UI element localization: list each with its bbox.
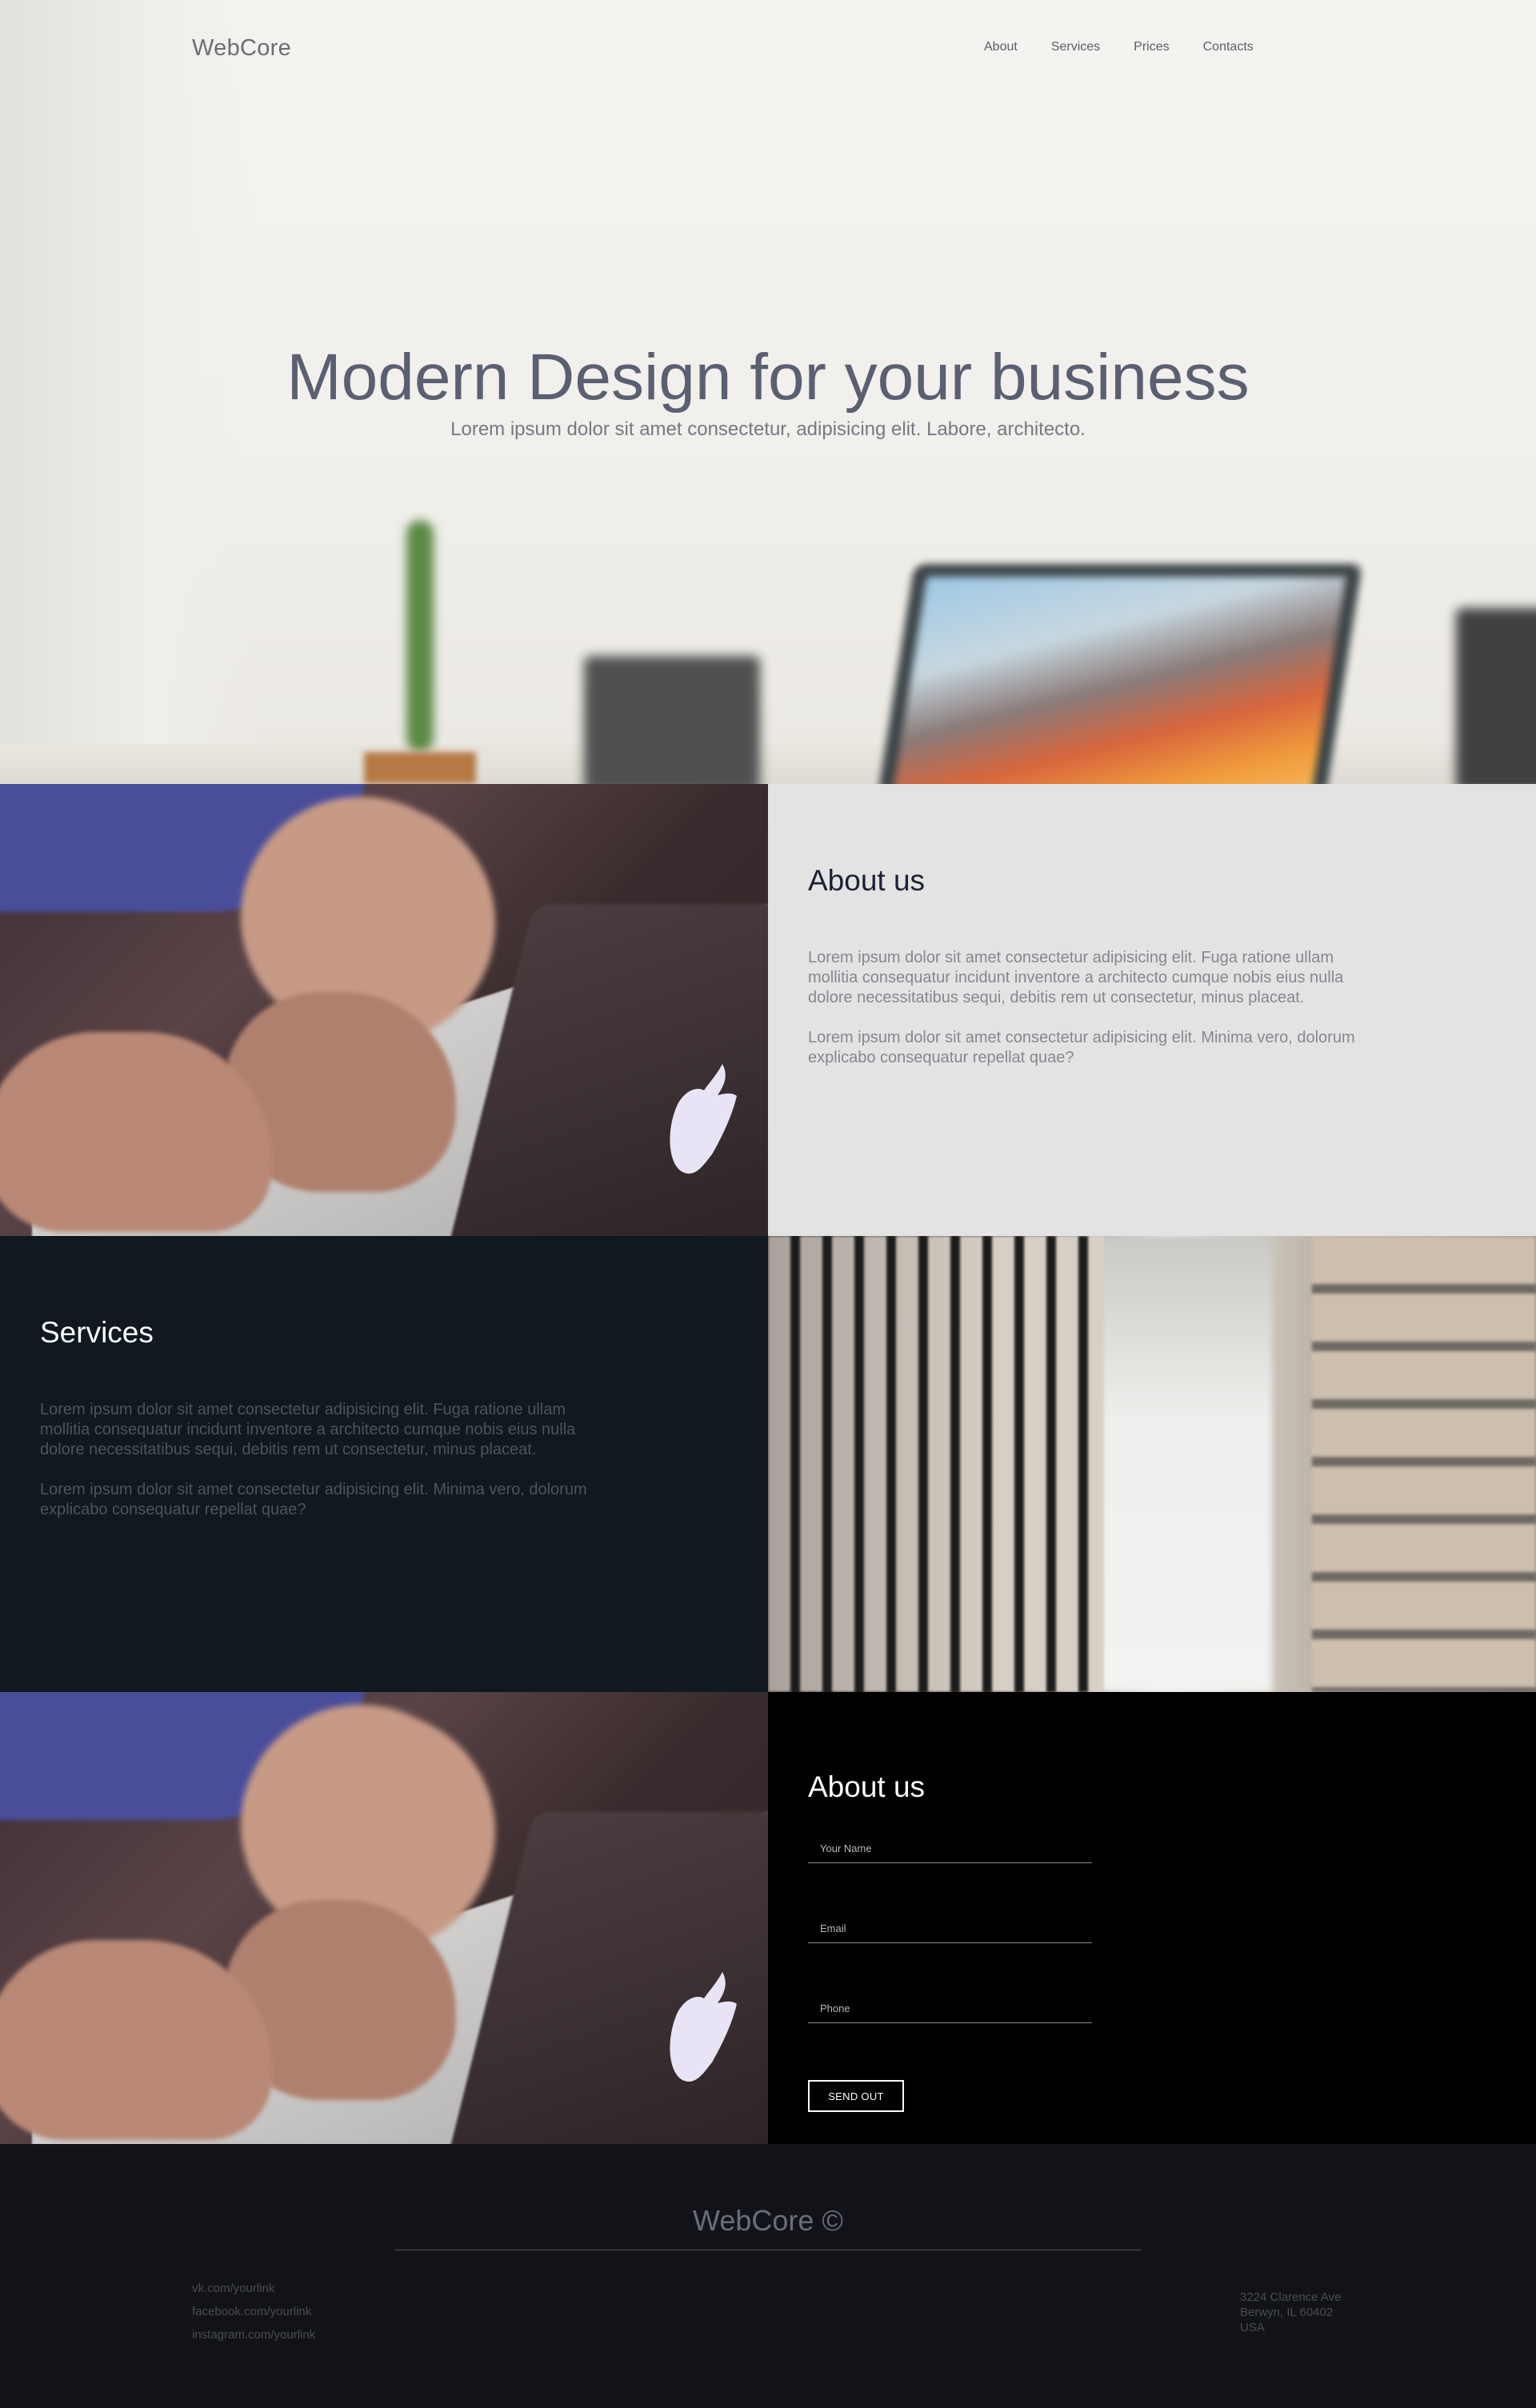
laptop-typing-photo xyxy=(0,784,768,1236)
hero-subtitle: Lorem ipsum dolor sit amet consectetur, … xyxy=(450,418,1086,440)
email-input[interactable] xyxy=(808,1914,1092,1942)
hero-section: WebCore About Services Prices Contacts M… xyxy=(0,0,1536,784)
name-field xyxy=(808,1834,1092,1863)
phone-field xyxy=(808,1994,1092,2023)
footer-link-instagram[interactable]: instagram.com/yourlink xyxy=(192,2328,315,2342)
about-paragraph-1: Lorem ipsum dolor sit amet consectetur a… xyxy=(808,949,1344,1006)
main-nav: About Services Prices Contacts xyxy=(984,40,1254,54)
address-city: Berwyn, IL 60402 xyxy=(1240,2306,1334,2319)
laptop-typing-photo-2 xyxy=(0,1692,768,2144)
contact-title: About us xyxy=(808,1770,926,1803)
contact-form-section: About us SEND OUT xyxy=(768,1692,1536,2144)
footer-link-vk[interactable]: vk.com/yourlink xyxy=(192,2282,315,2295)
address-street: 3224 Clarence Ave xyxy=(1240,2290,1342,2304)
hero-background-monitor xyxy=(878,564,1362,784)
apple-logo-icon xyxy=(670,1972,737,2082)
send-out-button[interactable]: SEND OUT xyxy=(808,2080,904,2112)
footer-link-facebook[interactable]: facebook.com/yourlink xyxy=(192,2305,315,2318)
nav-link-prices[interactable]: Prices xyxy=(1134,40,1169,54)
address-country: USA xyxy=(1240,2321,1265,2334)
about-title: About us xyxy=(808,864,926,897)
services-title: Services xyxy=(40,1316,154,1349)
name-input[interactable] xyxy=(808,1834,1092,1862)
nav-link-contacts[interactable]: Contacts xyxy=(1203,40,1254,54)
hero-background-cactus xyxy=(406,520,434,752)
footer-social-links: vk.com/yourlink facebook.com/yourlink in… xyxy=(192,2282,315,2342)
hero-background-speaker-left xyxy=(584,656,760,784)
nav-link-services[interactable]: Services xyxy=(1051,40,1100,54)
footer-address: 3224 Clarence Ave Berwyn, IL 60402 USA xyxy=(1240,2290,1341,2335)
apple-logo-icon xyxy=(670,1064,737,1174)
archive-shelves-photo xyxy=(768,1236,1536,1692)
hero-background-speaker-right xyxy=(1456,608,1536,784)
footer: WebCore © vk.com/yourlink facebook.com/y… xyxy=(0,2144,1536,2408)
services-section: Services Lorem ipsum dolor sit amet cons… xyxy=(0,1236,768,1692)
about-section: About us Lorem ipsum dolor sit amet cons… xyxy=(768,784,1536,1236)
hero-title: Modern Design for your business xyxy=(286,341,1250,414)
nav-link-about[interactable]: About xyxy=(984,40,1018,54)
site-logo[interactable]: WebCore xyxy=(192,35,291,62)
phone-input[interactable] xyxy=(808,1994,1092,2022)
footer-logo: WebCore © xyxy=(693,2204,843,2237)
services-paragraph-2: Lorem ipsum dolor sit amet consectetur a… xyxy=(40,1481,587,1518)
email-field xyxy=(808,1914,1092,1943)
about-paragraph-2: Lorem ipsum dolor sit amet consectetur a… xyxy=(808,1029,1355,1066)
hero-background-pot xyxy=(364,752,476,784)
services-paragraph-1: Lorem ipsum dolor sit amet consectetur a… xyxy=(40,1401,576,1458)
